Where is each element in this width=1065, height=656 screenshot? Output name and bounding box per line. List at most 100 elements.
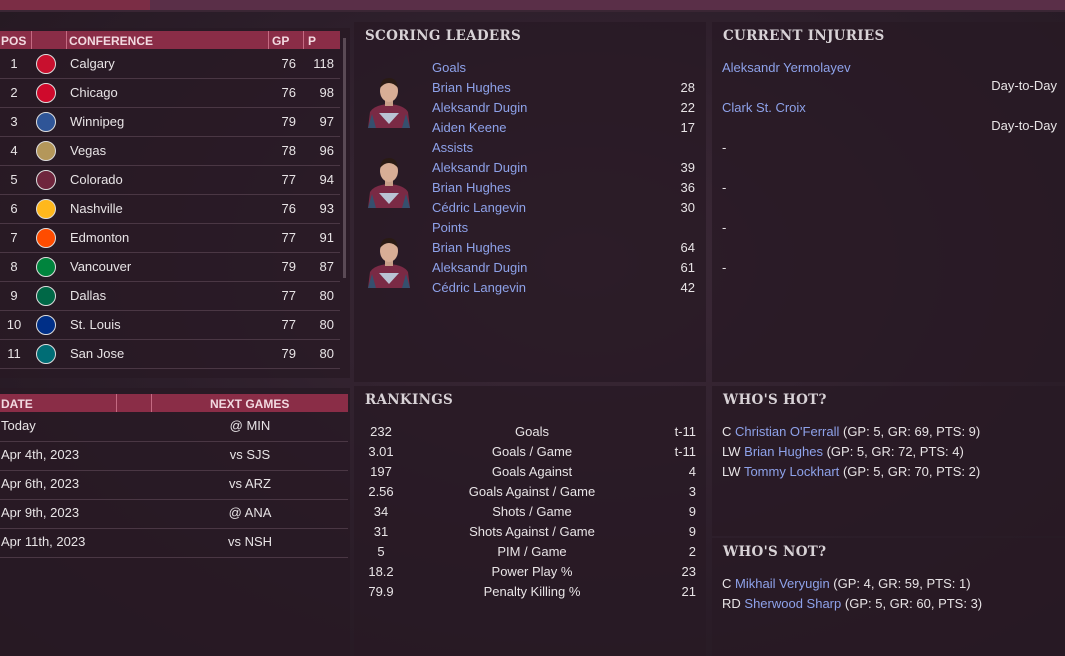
ranking-stat: PIM / Game xyxy=(497,544,567,559)
standings-team[interactable]: Edmonton xyxy=(70,230,129,245)
scoring-leaders-title: SCORING LEADERS xyxy=(365,28,522,44)
game-opponent[interactable]: @ ANA xyxy=(200,505,300,520)
ranking-rank: t-11 xyxy=(674,444,696,459)
team-logo-icon xyxy=(36,112,56,132)
col-p[interactable]: P xyxy=(308,34,316,48)
standings-points: 91 xyxy=(319,230,334,245)
standings-points: 80 xyxy=(319,288,334,303)
player-link[interactable]: Brian Hughes xyxy=(744,444,823,459)
game-opponent[interactable]: vs SJS xyxy=(200,447,300,462)
ranking-stat: Goals / Game xyxy=(491,444,573,459)
standings-team[interactable]: Vegas xyxy=(70,143,106,158)
standings-gp: 76 xyxy=(281,85,296,100)
player-avatar[interactable] xyxy=(364,72,414,128)
scoring-player-link[interactable]: Brian Hughes xyxy=(432,80,511,95)
standings-row[interactable]: 10 St. Louis 77 80 xyxy=(0,310,340,340)
standings-team[interactable]: Chicago xyxy=(70,85,118,100)
standings-row[interactable]: 11 San Jose 79 80 xyxy=(0,339,340,369)
injured-player-link[interactable]: Aleksandr Yermolayev xyxy=(722,60,851,75)
team-logo-icon xyxy=(36,54,56,74)
ranking-value: 34 xyxy=(373,504,389,519)
standings-row[interactable]: 4 Vegas 78 96 xyxy=(0,136,340,166)
ranking-rank: 2 xyxy=(688,544,696,559)
standings-row[interactable]: 3 Winnipeg 79 97 xyxy=(0,107,340,137)
standings-row[interactable]: 8 Vancouver 79 87 xyxy=(0,252,340,282)
standings-team[interactable]: St. Louis xyxy=(70,317,121,332)
ranking-value: 2.56 xyxy=(368,484,394,499)
standings-row[interactable]: 6 Nashville 76 93 xyxy=(0,194,340,224)
game-row[interactable]: Apr 4th, 2023 vs SJS xyxy=(0,441,348,471)
game-opponent[interactable]: vs NSH xyxy=(200,534,300,549)
scoring-player-value: 42 xyxy=(680,280,695,295)
player-avatar[interactable] xyxy=(364,152,414,208)
team-logo-icon xyxy=(36,170,56,190)
top-nav-active-segment[interactable] xyxy=(0,0,150,10)
injury-status: Day-to-Day xyxy=(991,78,1057,93)
col-date[interactable]: DATE xyxy=(1,397,33,411)
standings-points: 97 xyxy=(319,114,334,129)
player-avatar[interactable] xyxy=(364,232,414,288)
standings-team[interactable]: Nashville xyxy=(70,201,123,216)
standings-row[interactable]: 9 Dallas 77 80 xyxy=(0,281,340,311)
standings-pos: 3 xyxy=(10,114,18,129)
scoring-player-value: 28 xyxy=(680,80,695,95)
scoring-player-link[interactable]: Cédric Langevin xyxy=(432,280,526,295)
standings-row[interactable]: 5 Colorado 77 94 xyxy=(0,165,340,195)
game-row[interactable]: Today @ MIN xyxy=(0,412,348,442)
scoring-player-link[interactable]: Aiden Keene xyxy=(432,120,506,135)
player-photo-icon xyxy=(368,78,410,128)
standings-team[interactable]: Colorado xyxy=(70,172,123,187)
scoring-player-link[interactable]: Brian Hughes xyxy=(432,180,511,195)
standings-team[interactable]: Dallas xyxy=(70,288,106,303)
game-opponent[interactable]: vs ARZ xyxy=(200,476,300,491)
ranking-value: 3.01 xyxy=(368,444,394,459)
player-photo-icon xyxy=(368,238,410,288)
standings-team[interactable]: Calgary xyxy=(70,56,115,71)
player-link[interactable]: Tommy Lockhart xyxy=(744,464,839,479)
team-logo-icon xyxy=(36,141,56,161)
player-position: C xyxy=(722,424,732,439)
game-row[interactable]: Apr 11th, 2023 vs NSH xyxy=(0,528,348,558)
standings-pos: 1 xyxy=(10,56,18,71)
scoring-player-link[interactable]: Brian Hughes xyxy=(432,240,511,255)
game-opponent[interactable]: @ MIN xyxy=(200,418,300,433)
injury-status: Day-to-Day xyxy=(991,118,1057,133)
standings-row[interactable]: 1 Calgary 76 118 xyxy=(0,49,340,79)
standings-team[interactable]: Winnipeg xyxy=(70,114,124,129)
standings-points: 80 xyxy=(319,317,334,332)
scoring-player-link[interactable]: Cédric Langevin xyxy=(432,200,526,215)
player-link[interactable]: Sherwood Sharp xyxy=(744,596,841,611)
hot-player-row: C Christian O'Ferrall (GP: 5, GR: 69, PT… xyxy=(722,424,980,439)
hot-player-row: LW Brian Hughes (GP: 5, GR: 72, PTS: 4) xyxy=(722,444,964,459)
standings-pos: 6 xyxy=(10,201,18,216)
ranking-rank: 4 xyxy=(688,464,696,479)
player-link[interactable]: Mikhail Veryugin xyxy=(735,576,830,591)
hot-player-row: LW Tommy Lockhart (GP: 5, GR: 70, PTS: 2… xyxy=(722,464,980,479)
player-position: LW xyxy=(722,444,741,459)
game-row[interactable]: Apr 6th, 2023 vs ARZ xyxy=(0,470,348,500)
standings-scrollbar[interactable] xyxy=(343,38,346,278)
top-nav-segment[interactable] xyxy=(150,0,1065,10)
col-next-games[interactable]: NEXT GAMES xyxy=(210,397,289,411)
scoring-category-label: Goals xyxy=(432,60,466,75)
col-gp[interactable]: GP xyxy=(272,34,289,48)
scoring-player-link[interactable]: Aleksandr Dugin xyxy=(432,160,527,175)
standings-team[interactable]: San Jose xyxy=(70,346,124,361)
standings-pos: 8 xyxy=(10,259,18,274)
standings-row[interactable]: 7 Edmonton 77 91 xyxy=(0,223,340,253)
standings-points: 87 xyxy=(319,259,334,274)
standings-row[interactable]: 2 Chicago 76 98 xyxy=(0,78,340,108)
game-row[interactable]: Apr 9th, 2023 @ ANA xyxy=(0,499,348,529)
standings-gp: 77 xyxy=(281,230,296,245)
scoring-player-link[interactable]: Aleksandr Dugin xyxy=(432,260,527,275)
injured-player-link[interactable]: Clark St. Croix xyxy=(722,100,806,115)
player-stats: (GP: 5, GR: 69, PTS: 9) xyxy=(842,424,981,439)
col-conference[interactable]: CONFERENCE xyxy=(69,34,153,48)
player-link[interactable]: Christian O'Ferrall xyxy=(735,424,839,439)
ranking-value: 79.9 xyxy=(368,584,394,599)
ranking-value: 197 xyxy=(370,464,392,479)
scoring-player-link[interactable]: Aleksandr Dugin xyxy=(432,100,527,115)
col-pos[interactable]: POS xyxy=(1,34,26,48)
ranking-value: 5 xyxy=(377,544,385,559)
standings-team[interactable]: Vancouver xyxy=(70,259,131,274)
